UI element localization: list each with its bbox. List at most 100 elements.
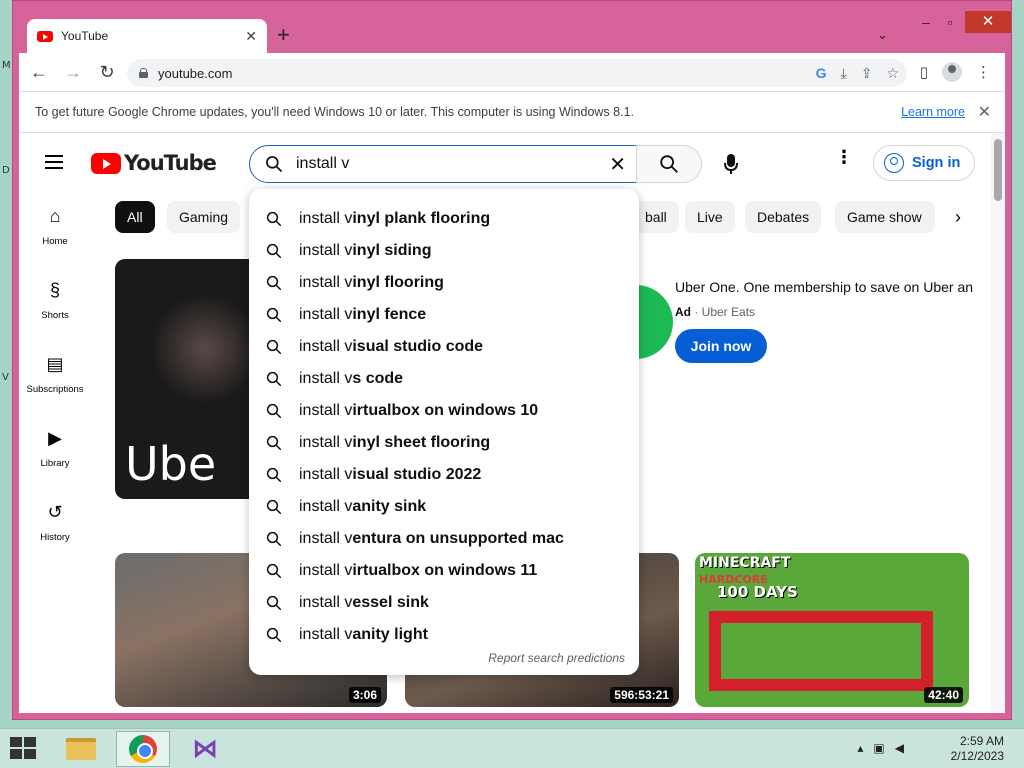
suggestion-text: install visual studio code — [299, 338, 483, 356]
taskbar-visual-studio[interactable]: ⋈ — [178, 731, 232, 767]
search-suggestion-item[interactable]: install vinyl plank flooring — [249, 203, 639, 235]
start-button[interactable] — [10, 737, 38, 761]
youtube-logo[interactable]: YouTube — [91, 151, 217, 175]
history-icon: ↺ — [47, 501, 63, 522]
lock-icon[interactable] — [139, 68, 148, 78]
chip-game-show[interactable]: Game show — [835, 201, 935, 233]
reload-icon[interactable]: ↻ — [93, 62, 121, 83]
profile-avatar-icon[interactable] — [942, 62, 962, 82]
guide-item-home[interactable]: ⌂ Home — [19, 189, 91, 263]
clock-time: 2:59 AM — [959, 734, 1004, 748]
suggestion-typed: install v — [299, 370, 353, 387]
sign-in-button[interactable]: Sign in — [873, 145, 975, 181]
youtube-favicon-icon — [37, 30, 53, 42]
chip-debates[interactable]: Debates — [745, 201, 822, 233]
search-suggestion-item[interactable]: install vs code — [249, 363, 639, 395]
chip-gaming[interactable]: Gaming — [167, 201, 241, 233]
clear-search-icon[interactable]: ✕ — [609, 152, 626, 177]
desktop-icon-label: D — [2, 165, 10, 176]
search-icon — [266, 435, 282, 451]
home-icon: ⌂ — [49, 205, 61, 226]
new-tab-button[interactable]: + — [277, 23, 290, 47]
tab-title: YouTube — [61, 29, 109, 43]
taskbar-file-explorer[interactable] — [54, 731, 108, 767]
guide-item-label: Home — [42, 235, 68, 247]
video-thumbnail[interactable]: MINECRAFT HARDCORE 100 DAYS 42:40 — [695, 553, 969, 707]
desktop-icon-label: V — [2, 372, 9, 383]
search-suggestion-item[interactable]: install virtualbox on windows 10 — [249, 395, 639, 427]
infobar-close-icon[interactable]: ✕ — [978, 102, 991, 122]
taskbar-chrome[interactable] — [116, 731, 170, 767]
search-suggestion-item[interactable]: install vinyl fence — [249, 299, 639, 331]
guide-item-shorts[interactable]: § Shorts — [19, 263, 91, 337]
page-scrollbar[interactable] — [991, 133, 1005, 713]
settings-menu-icon[interactable]: ⋮ — [835, 147, 853, 168]
search-suggestion-item[interactable]: install vanity light — [249, 619, 639, 651]
tray-chevron-up-icon[interactable]: ▴ — [857, 741, 873, 755]
search-query-text[interactable]: install v — [296, 155, 609, 173]
guide-item-label: Subscriptions — [26, 383, 84, 395]
search-icon — [266, 467, 282, 483]
report-search-predictions-link[interactable]: Report search predictions — [488, 651, 625, 665]
forward-arrow-icon[interactable]: → — [59, 62, 87, 83]
share-icon[interactable]: ⇪ — [861, 65, 873, 82]
search-suggestion-item[interactable]: install ventura on unsupported mac — [249, 523, 639, 555]
guide-item-history[interactable]: ↺ History — [19, 485, 91, 559]
close-window-button[interactable]: ✕ — [965, 11, 1011, 33]
search-icon — [266, 595, 282, 611]
bookmark-star-icon[interactable]: ☆ — [886, 65, 899, 82]
chip-live[interactable]: Live — [685, 201, 735, 233]
side-panel-icon[interactable]: ▯ — [920, 63, 928, 81]
title-bar: YouTube ✕ + ⌄ – ▫ ✕ — [13, 1, 1011, 53]
search-suggestion-item[interactable]: install visual studio code — [249, 331, 639, 363]
guide-item-subscriptions[interactable]: ▤ Subscriptions — [19, 337, 91, 411]
taskbar-clock[interactable]: 2:59 AM 2/12/2023 — [951, 734, 1004, 764]
join-now-button[interactable]: Join now — [675, 329, 767, 363]
search-suggestion-item[interactable]: install vessel sink — [249, 587, 639, 619]
chrome-menu-icon[interactable]: ⋮ — [976, 63, 991, 81]
voice-search-button[interactable] — [714, 147, 748, 181]
address-bar[interactable]: youtube.com G ⤓ ⇪ ☆ — [127, 59, 907, 87]
search-suggestion-item[interactable]: install vinyl sheet flooring — [249, 427, 639, 459]
suggestion-typed: install v — [299, 594, 353, 611]
search-suggestion-item[interactable]: install virtualbox on windows 11 — [249, 555, 639, 587]
search-suggestion-item[interactable]: install vanity sink — [249, 491, 639, 523]
video-duration: 3:06 — [348, 687, 381, 703]
search-input[interactable]: install v ✕ — [249, 145, 637, 183]
chip-all[interactable]: All — [115, 201, 155, 233]
ad-title[interactable]: Uber One. One membership to save on Uber… — [675, 279, 975, 295]
guide-item-library[interactable]: ▶ Library — [19, 411, 91, 485]
search-suggestion-item[interactable]: install visual studio 2022 — [249, 459, 639, 491]
windows-taskbar: ⋈ ▴▣◀ 2:59 AM 2/12/2023 — [0, 728, 1024, 768]
browser-tab[interactable]: YouTube ✕ — [27, 19, 267, 53]
back-arrow-icon[interactable]: ← — [25, 62, 53, 83]
volume-icon[interactable]: ◀ — [895, 741, 914, 755]
chevron-right-icon[interactable]: › — [955, 207, 961, 228]
hamburger-menu-icon[interactable] — [45, 155, 63, 173]
system-tray[interactable]: ▴▣◀ — [857, 741, 914, 755]
search-suggestion-item[interactable]: install vinyl siding — [249, 235, 639, 267]
youtube-page: YouTube install v ✕ ⋮ Sign in ⌂ Home § S… — [19, 133, 1005, 713]
thumbnail-title: MINECRAFT — [699, 555, 791, 571]
suggestion-text: install vanity sink — [299, 498, 426, 516]
suggestion-completion: isual studio 2022 — [352, 466, 482, 483]
learn-more-link[interactable]: Learn more — [901, 105, 965, 119]
install-app-icon[interactable]: ⤓ — [841, 65, 847, 82]
suggestion-text: install ventura on unsupported mac — [299, 530, 564, 548]
suggestion-text: install vs code — [299, 370, 403, 388]
search-suggestion-item[interactable]: install vinyl flooring — [249, 267, 639, 299]
ad-thumbnail-text: Ube — [125, 437, 217, 491]
search-icon — [266, 563, 282, 579]
tab-search-chevron-down-icon[interactable]: ⌄ — [877, 27, 888, 43]
visual-studio-icon: ⋈ — [192, 734, 218, 764]
subscriptions-icon: ▤ — [46, 353, 64, 374]
network-icon[interactable]: ▣ — [873, 741, 894, 755]
scrollbar-thumb[interactable] — [994, 139, 1002, 201]
tab-close-icon[interactable]: ✕ — [245, 28, 257, 45]
suggestion-typed: install v — [299, 562, 353, 579]
google-lens-icon[interactable]: G — [816, 65, 827, 81]
url-text[interactable]: youtube.com — [158, 66, 232, 81]
maximize-button[interactable]: ▫ — [935, 11, 965, 33]
guide-item-label: Shorts — [41, 309, 69, 321]
search-button[interactable] — [636, 145, 702, 183]
